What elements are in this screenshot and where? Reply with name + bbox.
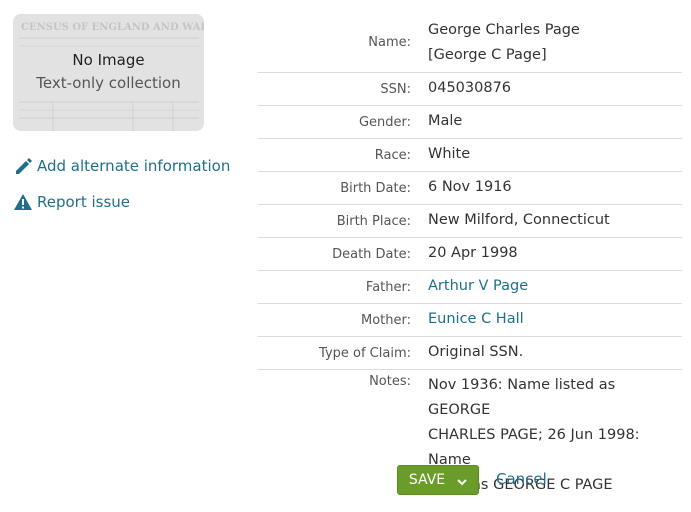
birth-place-value: New Milford, Connecticut: [428, 212, 610, 228]
record-thumbnail: CENSUS OF ENGLAND AND WALES No Image Tex…: [13, 14, 204, 131]
name-row: Name: George Charles Page [George C Page…: [258, 14, 682, 73]
race-value: White: [428, 146, 471, 162]
birth-date-row: Birth Date: 6 Nov 1916: [258, 172, 682, 205]
save-button[interactable]: SAVE: [397, 465, 479, 495]
death-date-row: Death Date: 20 Apr 1998: [258, 238, 682, 271]
gender-label: Gender:: [358, 115, 411, 130]
mother-row: Mother: Eunice C Hall: [258, 304, 682, 337]
race-row: Race: White: [258, 139, 682, 172]
birth-place-label: Birth Place:: [336, 214, 411, 229]
warning-icon: [13, 192, 33, 212]
ssn-row: SSN: 045030876: [258, 73, 682, 106]
text-only-subtitle: Text-only collection: [36, 74, 181, 92]
name-value: George Charles Page [George C Page]: [428, 18, 682, 68]
notes-row: Notes: Nov 1936: Name listed as GEORGE C…: [258, 370, 682, 493]
father-label: Father:: [365, 280, 411, 295]
claim-type-row: Type of Claim: Original SSN.: [258, 337, 682, 370]
pencil-icon: [13, 156, 33, 176]
father-link[interactable]: Arthur V Page: [428, 274, 682, 299]
ssn-label: SSN:: [380, 82, 411, 97]
gender-row: Gender: Male: [258, 106, 682, 139]
ssn-value: 045030876: [428, 80, 512, 96]
no-image-title: No Image: [72, 51, 145, 69]
gender-value: Male: [428, 113, 463, 129]
chevron-down-icon[interactable]: [457, 475, 467, 486]
notes-line: Nov 1936: Name listed as GEORGE: [428, 377, 616, 418]
notes-label: Notes:: [369, 374, 411, 389]
record-details: Name: George Charles Page [George C Page…: [258, 14, 682, 493]
cancel-link[interactable]: Cancel: [496, 470, 547, 488]
report-issue-link[interactable]: Report issue: [13, 192, 130, 212]
mother-label: Mother:: [360, 313, 411, 328]
mother-link[interactable]: Eunice C Hall: [428, 307, 682, 332]
death-date-value: 20 Apr 1998: [428, 245, 518, 261]
name-alternate: [George C Page]: [428, 47, 547, 63]
save-label: SAVE: [408, 472, 446, 488]
birth-date-value: 6 Nov 1916: [428, 179, 512, 195]
name-primary: George Charles Page: [428, 22, 580, 38]
add-alternate-information-link[interactable]: Add alternate information: [13, 156, 230, 176]
census-document-image: CENSUS OF ENGLAND AND WALES: [13, 14, 204, 131]
death-date-label: Death Date:: [332, 247, 411, 262]
add-alternate-information-label: Add alternate information: [37, 157, 231, 175]
race-label: Race:: [374, 148, 411, 163]
father-row: Father: Arthur V Page: [258, 271, 682, 304]
claim-type-label: Type of Claim:: [319, 346, 411, 361]
birth-place-row: Birth Place: New Milford, Connecticut: [258, 205, 682, 238]
report-issue-label: Report issue: [37, 193, 131, 211]
name-label: Name:: [368, 35, 411, 50]
claim-type-value: Original SSN.: [428, 344, 524, 360]
thumbnail-watermark: CENSUS OF ENGLAND AND WALES: [21, 22, 204, 33]
birth-date-label: Birth Date:: [340, 181, 411, 196]
